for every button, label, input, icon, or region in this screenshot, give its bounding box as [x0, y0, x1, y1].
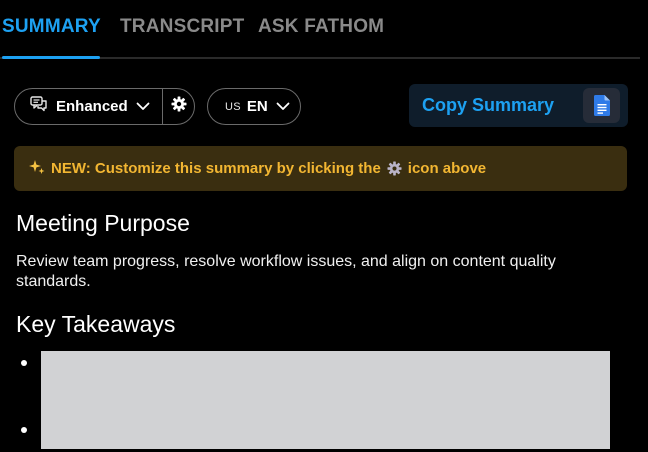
- list-bullet: [21, 427, 27, 433]
- tab-bar: SUMMARY TRANSCRIPT ASK FATHOM: [0, 0, 640, 59]
- tab-summary[interactable]: SUMMARY: [2, 16, 101, 38]
- copy-summary-label: Copy Summary: [422, 95, 555, 115]
- summary-mode-group: Enhanced: [14, 88, 195, 125]
- chevron-down-icon: [276, 98, 290, 116]
- banner-text-prefix: NEW: Customize this summary by clicking …: [51, 160, 381, 177]
- language-dropdown[interactable]: US EN: [207, 88, 301, 125]
- tab-transcript[interactable]: TRANSCRIPT: [120, 16, 244, 38]
- chevron-down-icon: [136, 98, 150, 116]
- language-region-code: US: [225, 100, 241, 113]
- active-tab-indicator: [2, 56, 100, 59]
- list-bullet: [21, 360, 27, 366]
- banner-text-suffix: icon above: [407, 160, 487, 177]
- language-label: EN: [246, 98, 268, 115]
- cut-off-text-line: [41, 448, 601, 452]
- copy-summary-button[interactable]: Copy Summary: [409, 84, 628, 127]
- tab-ask-fathom[interactable]: ASK FATHOM: [258, 16, 384, 38]
- customize-banner: NEW: Customize this summary by clicking …: [14, 146, 627, 191]
- summary-panel: SUMMARY TRANSCRIPT ASK FATHOM Enhanced U…: [0, 0, 648, 452]
- gear-icon: [171, 96, 187, 117]
- chat-icon: [30, 96, 48, 117]
- summary-mode-label: Enhanced: [56, 98, 128, 115]
- key-takeaways-heading: Key Takeaways: [16, 311, 176, 337]
- google-docs-icon: [583, 88, 620, 123]
- summary-settings-button[interactable]: [163, 89, 194, 124]
- summary-mode-dropdown[interactable]: Enhanced: [15, 89, 164, 124]
- sparkle-icon: [29, 159, 45, 179]
- meeting-purpose-heading: Meeting Purpose: [16, 210, 190, 236]
- meeting-purpose-text: Review team progress, resolve workflow i…: [16, 253, 556, 290]
- gear-icon: [387, 161, 402, 176]
- redacted-takeaways-block: [41, 351, 610, 449]
